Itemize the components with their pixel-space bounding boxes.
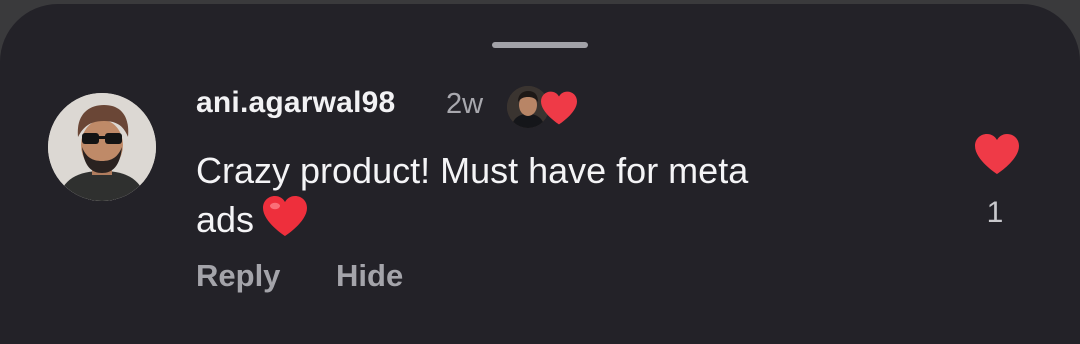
comments-sheet: ani.agarwal98 2w Crazy product! Must hav… bbox=[0, 4, 1080, 344]
heart-icon bbox=[975, 134, 1019, 174]
avatar-photo bbox=[48, 93, 156, 201]
comment-text-line: Crazy product! Must have for meta bbox=[196, 150, 749, 191]
reply-button[interactable]: Reply bbox=[196, 258, 280, 294]
red-heart-emoji-icon bbox=[263, 196, 308, 236]
hide-button[interactable]: Hide bbox=[336, 258, 403, 294]
creator-liked-indicator bbox=[507, 86, 579, 130]
like-button[interactable] bbox=[972, 132, 1022, 176]
avatar[interactable] bbox=[48, 93, 156, 201]
comment-actions: Reply Hide bbox=[196, 258, 403, 294]
comment-timestamp: 2w bbox=[446, 88, 484, 120]
comment-text: Crazy product! Must have for meta ads bbox=[196, 147, 896, 243]
drag-handle[interactable] bbox=[492, 42, 588, 48]
like-count: 1 bbox=[986, 196, 1004, 229]
comment-text-line: ads bbox=[196, 199, 255, 240]
heart-icon bbox=[541, 91, 577, 125]
comment-username[interactable]: ani.agarwal98 bbox=[196, 86, 395, 120]
